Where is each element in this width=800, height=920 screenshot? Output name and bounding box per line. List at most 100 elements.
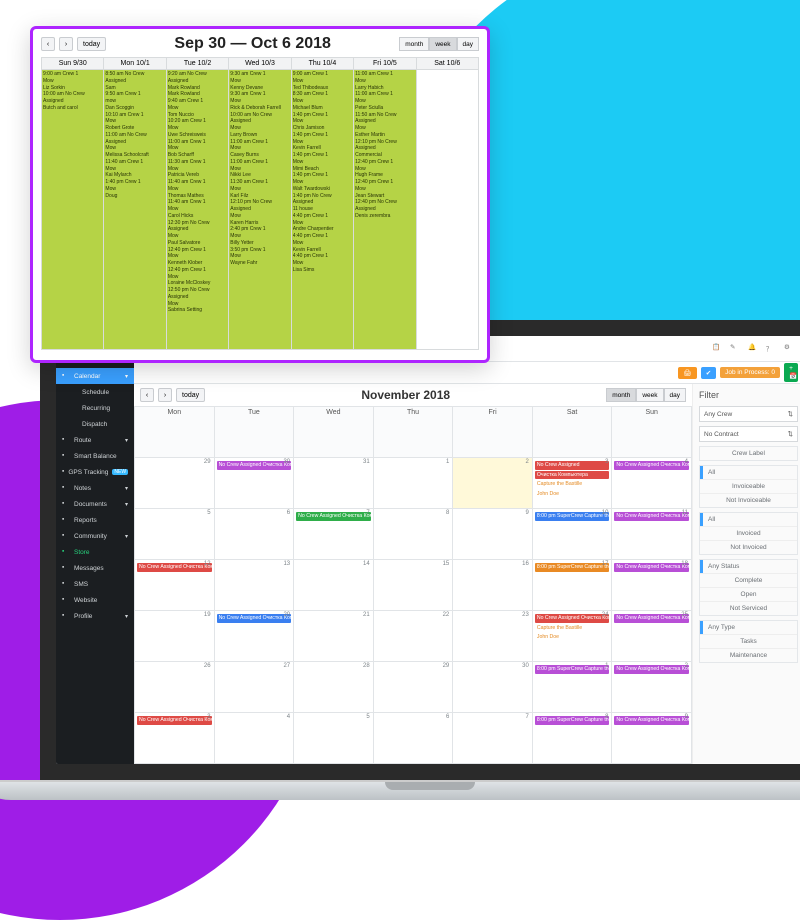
week-event-line[interactable]: 9:40 am Crew 1 [168, 98, 227, 105]
clipboard-icon[interactable]: 📋 [712, 343, 724, 355]
week-event-line[interactable]: Assigned [105, 139, 164, 146]
filter-option[interactable]: Not Invoiced [700, 540, 797, 554]
sidebar-item-reports[interactable]: ▪Reports [56, 512, 134, 528]
week-event-line[interactable]: Doug [105, 193, 164, 200]
month-cell[interactable]: 30No Crew Assigned Очистка Компьютера [215, 458, 295, 509]
week-event-line[interactable]: Mow [105, 186, 164, 193]
calendar-event[interactable]: John Doe [535, 633, 610, 642]
week-event-line[interactable]: Thomas Mathes [168, 193, 227, 200]
week-next-button[interactable]: › [59, 37, 73, 51]
calendar-event[interactable]: No Crew Assigned Очистка Компьютера [614, 512, 689, 521]
week-event-line[interactable]: Ted Thibodeaux [293, 85, 352, 92]
filter-option[interactable]: Any Type [700, 621, 797, 634]
filter-option[interactable]: Complete [700, 573, 797, 587]
month-cell[interactable]: 30 [453, 662, 533, 713]
week-event-line[interactable]: 1:40 pm Crew 1 [293, 112, 352, 119]
week-grid[interactable]: Sun 9/30Mon 10/1Tue 10/2Wed 10/3Thu 10/4… [41, 57, 479, 350]
week-event-line[interactable]: Mow [168, 125, 227, 132]
week-event-line[interactable]: Mow [230, 145, 289, 152]
week-event-line[interactable]: Mow [293, 98, 352, 105]
month-cell[interactable]: 28 [294, 662, 374, 713]
week-event-line[interactable]: 12:40 pm Crew 1 [355, 179, 414, 186]
calendar-event[interactable]: 8:00 pm SuperCrew Capture the Bastille J… [535, 716, 610, 725]
filter-option[interactable]: Invoiceable [700, 479, 797, 493]
week-event-line[interactable]: Denis zerembra [355, 213, 414, 220]
week-event-line[interactable]: 10:00 am No Crew [230, 112, 289, 119]
week-event-line[interactable]: Mow [105, 145, 164, 152]
week-event-line[interactable]: Larry Habich [355, 85, 414, 92]
month-cell[interactable]: 9No Crew Assigned Очистка Компьютера [612, 713, 692, 764]
week-event-line[interactable]: Commercial [355, 152, 414, 159]
week-event-line[interactable]: Kevin Farrell [293, 247, 352, 254]
view-week-button[interactable]: week [636, 388, 663, 402]
calendar-event[interactable]: No Crew Assigned Очистка Компьютера [296, 512, 371, 521]
week-day-column[interactable]: 8:50 am No CrewAssignedSam9:50 am Crew 1… [104, 70, 166, 350]
week-event-line[interactable]: Mow [168, 166, 227, 173]
week-event-line[interactable]: 3:50 pm Crew 1 [230, 247, 289, 254]
sidebar-item-documents[interactable]: ▪Documents▾ [56, 496, 134, 512]
week-day-column[interactable]: 9:00 am Crew 1MowLiz Sorkin10:00 am No C… [42, 70, 104, 350]
month-cell[interactable]: 3No Crew AssignedОчистка КомпьютераCaptu… [533, 458, 613, 509]
week-event-line[interactable]: 10:10 am Crew 1 [105, 112, 164, 119]
week-event-line[interactable]: Peter Sciulla [355, 105, 414, 112]
week-event-line[interactable]: Assigned [230, 206, 289, 213]
week-event-line[interactable]: Mow [230, 253, 289, 260]
week-event-line[interactable]: 12:40 pm Crew 1 [168, 267, 227, 274]
month-cell[interactable]: 21 [294, 611, 374, 662]
week-event-line[interactable]: Butch and carol [43, 105, 102, 112]
week-event-line[interactable]: 11:30 am Crew 1 [168, 159, 227, 166]
month-cell[interactable]: 7No Crew Assigned Очистка Компьютера [294, 509, 374, 560]
week-event-line[interactable]: Chris Jamison [293, 125, 352, 132]
week-day-column[interactable] [417, 70, 479, 350]
filter-option[interactable]: All [700, 513, 797, 526]
week-event-line[interactable]: 11:00 am Crew 1 [168, 139, 227, 146]
month-cell[interactable]: 23 [453, 611, 533, 662]
calendar-event[interactable]: No Crew Assigned Очистка Компьютера [217, 461, 292, 470]
week-event-line[interactable]: Mark Rowland [168, 91, 227, 98]
calendar-event[interactable]: No Crew Assigned Очистка Компьютера [614, 716, 689, 725]
week-day-column[interactable]: 9:20 am No CrewAssignedMark RowlandMark … [167, 70, 229, 350]
calendar-event[interactable]: No Crew Assigned Очистка Компьютера [614, 461, 689, 470]
week-view-week-button[interactable]: week [429, 37, 456, 51]
week-event-line[interactable]: 12:40 pm No Crew [355, 199, 414, 206]
week-event-line[interactable]: Assigned [230, 118, 289, 125]
week-view-day-button[interactable]: day [457, 37, 479, 51]
week-event-line[interactable]: Mow [105, 166, 164, 173]
week-event-line[interactable]: Assigned [168, 78, 227, 85]
sidebar-item-schedule[interactable]: Schedule [56, 384, 134, 400]
week-event-line[interactable]: Robert Grote [105, 125, 164, 132]
filter-option[interactable]: Open [700, 587, 797, 601]
week-event-line[interactable]: Mow [168, 186, 227, 193]
week-today-button[interactable]: today [77, 37, 106, 51]
week-event-line[interactable]: 11:30 am Crew 1 [230, 179, 289, 186]
gear-icon[interactable]: ⚙ [784, 343, 796, 355]
week-event-line[interactable]: Michael Blum [293, 105, 352, 112]
week-event-line[interactable]: 9:50 am Crew 1 [105, 91, 164, 98]
view-month-button[interactable]: month [606, 388, 636, 402]
month-cell[interactable]: 5 [135, 509, 215, 560]
sidebar-item-calendar[interactable]: ▪Calendar▾ [56, 368, 134, 384]
month-cell[interactable]: 4 [215, 713, 295, 764]
week-event-line[interactable]: Mow [168, 253, 227, 260]
sidebar-item-notes[interactable]: ▪Notes▾ [56, 480, 134, 496]
month-cell[interactable]: 8 [374, 509, 454, 560]
week-event-line[interactable]: 12:40 pm Crew 1 [168, 247, 227, 254]
month-cell[interactable]: 11No Crew Assigned Очистка Компьютера [612, 509, 692, 560]
calendar-event[interactable]: No Crew Assigned Очистка Компьютера [217, 614, 292, 623]
sidebar-item-smart-balance[interactable]: ▪Smart Balance [56, 448, 134, 464]
week-event-line[interactable]: Paul Salvatore [168, 240, 227, 247]
week-event-line[interactable]: Assigned [355, 145, 414, 152]
calendar-event[interactable]: No Crew Assigned Очистка Компьютера [137, 563, 212, 572]
week-event-line[interactable]: Mow [168, 206, 227, 213]
month-cell[interactable]: 4No Crew Assigned Очистка Компьютера [612, 458, 692, 509]
month-cell[interactable]: 9 [453, 509, 533, 560]
week-event-line[interactable]: Wayne Fahr [230, 260, 289, 267]
week-event-line[interactable]: 9:00 am Crew 1 [293, 71, 352, 78]
week-event-line[interactable]: 4:40 pm Crew 1 [293, 253, 352, 260]
week-event-line[interactable]: 11:00 am Crew 1 [355, 71, 414, 78]
week-event-line[interactable]: Mow [230, 98, 289, 105]
week-event-line[interactable]: Mow [230, 78, 289, 85]
calendar-event[interactable]: Очистка Компьютера [535, 471, 610, 480]
month-cell[interactable]: 24No Crew Assigned Очистка КомпьютераCap… [533, 611, 613, 662]
week-event-line[interactable]: Mow [168, 105, 227, 112]
